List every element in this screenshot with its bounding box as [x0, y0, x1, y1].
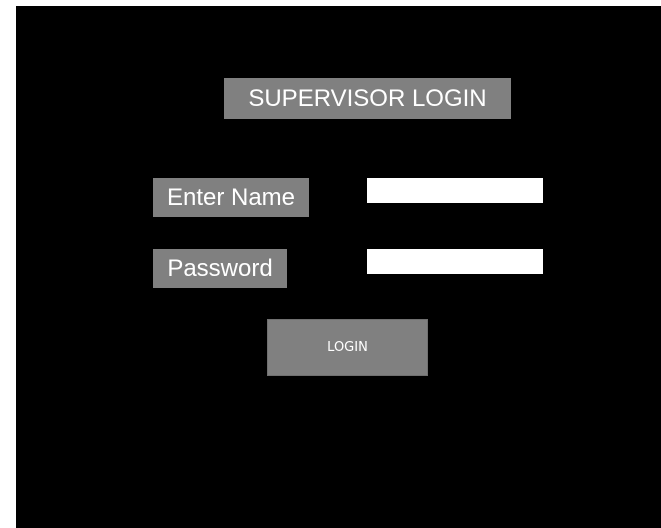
- name-input[interactable]: [367, 178, 543, 203]
- password-label: Password: [153, 249, 287, 288]
- page: SUPERVISOR LOGIN Enter Name Password LOG…: [0, 0, 661, 528]
- page-title: SUPERVISOR LOGIN: [224, 78, 511, 119]
- name-label: Enter Name: [153, 178, 309, 217]
- password-input[interactable]: [367, 249, 543, 274]
- login-button[interactable]: LOGIN: [267, 319, 428, 376]
